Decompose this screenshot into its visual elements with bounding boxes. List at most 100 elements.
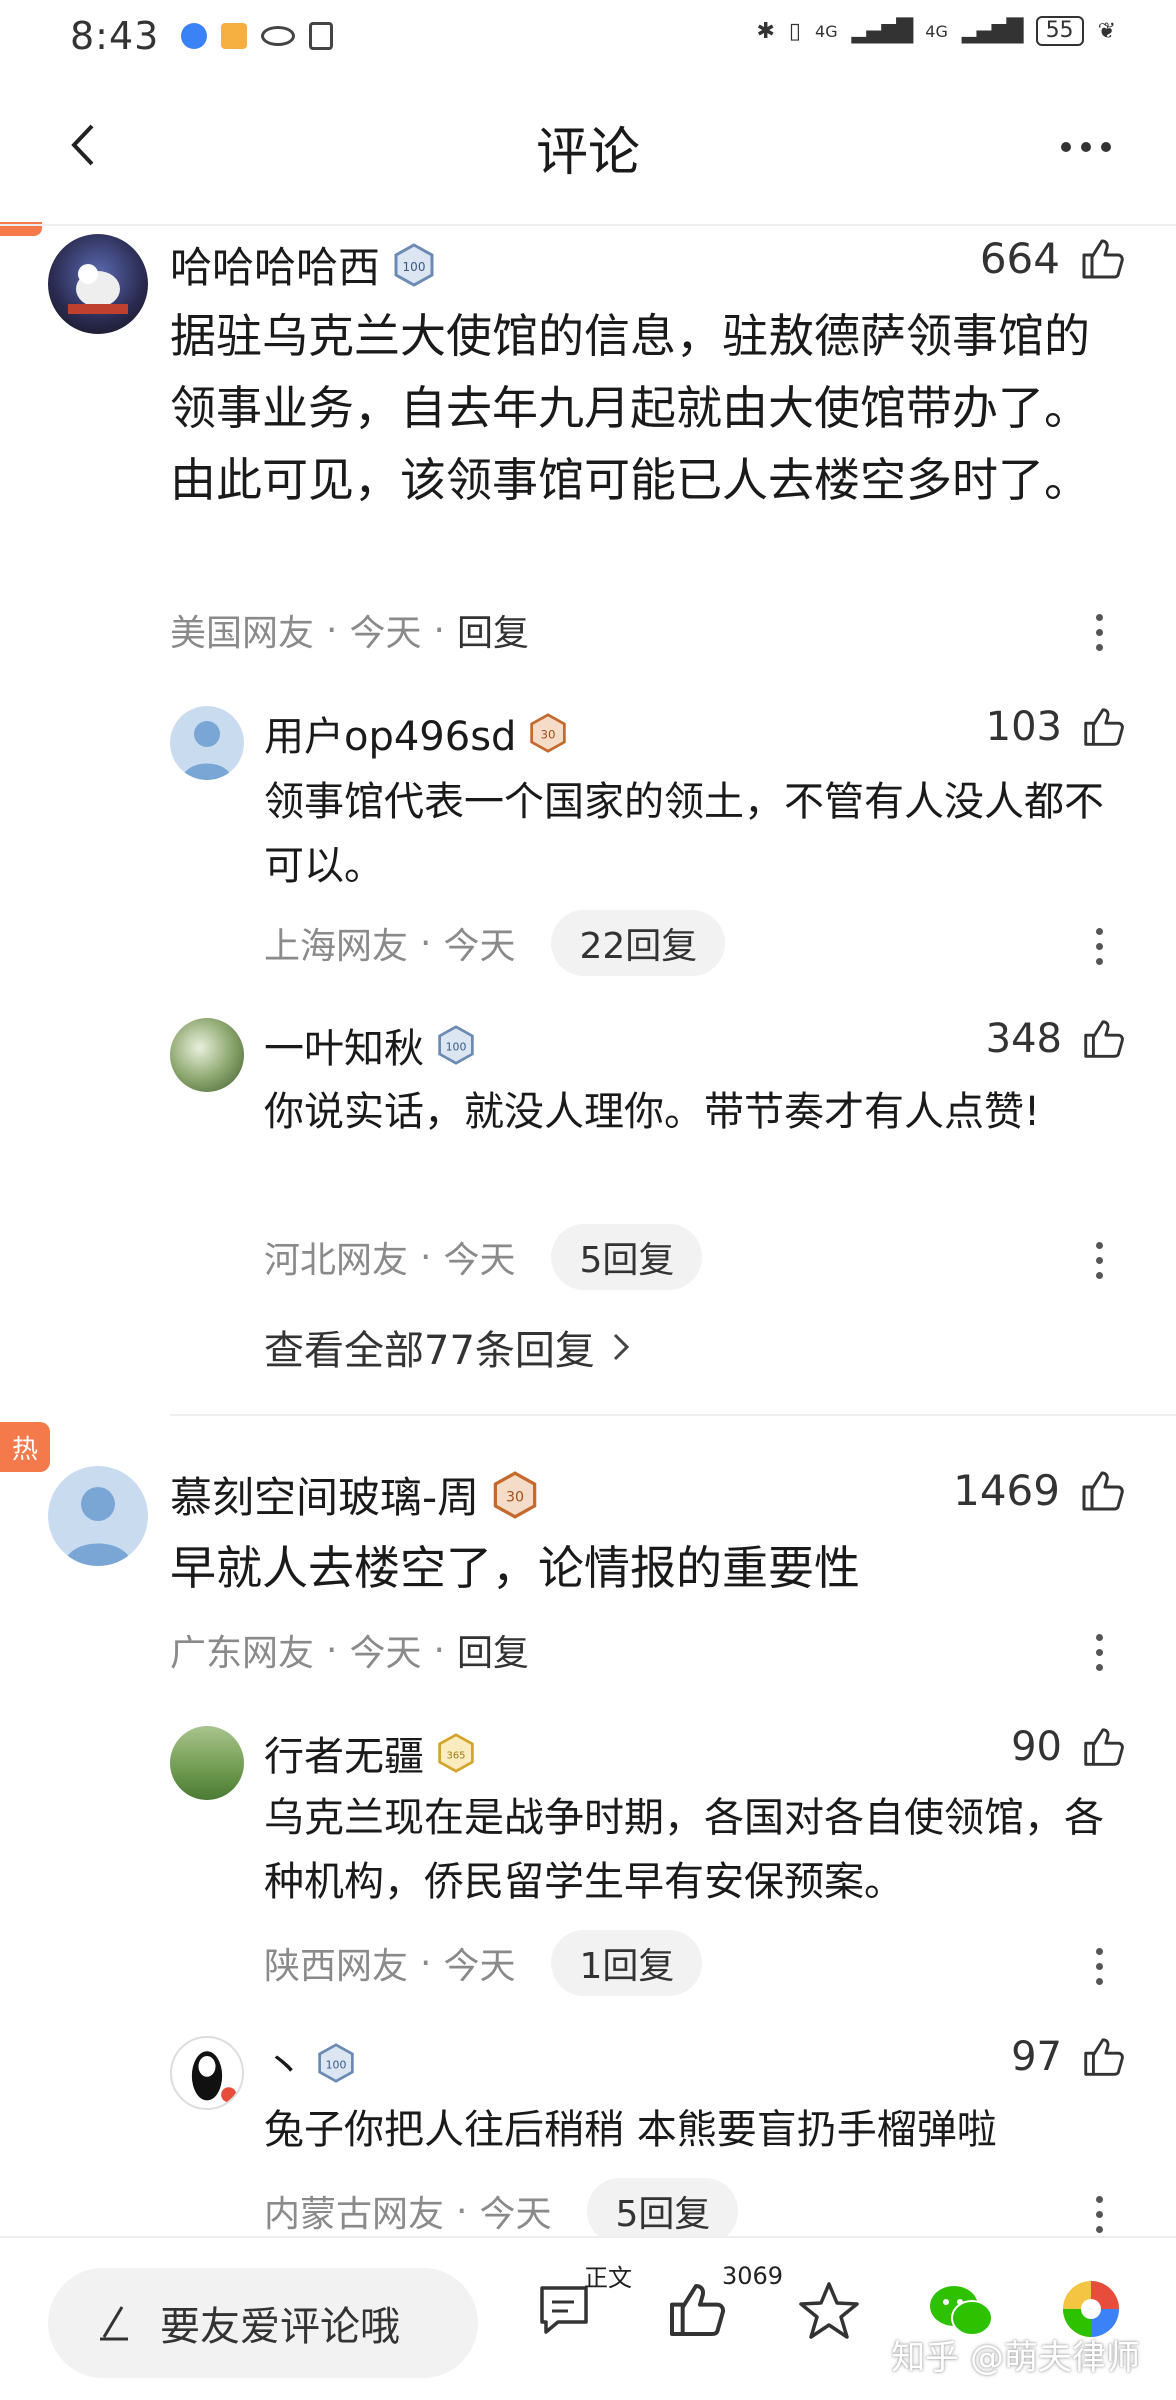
favorite-button[interactable] xyxy=(796,2278,862,2348)
reply-count-button[interactable]: 22回复 xyxy=(551,910,726,976)
avatar[interactable] xyxy=(48,234,148,334)
username[interactable]: 慕刻空间玻璃-周 xyxy=(170,1464,479,1525)
eye-icon xyxy=(261,26,296,46)
reply-text: 你说实话，就没人理你。带节奏才有人点赞! xyxy=(264,1089,1041,1135)
like-count: 348 xyxy=(985,1016,1062,1062)
username[interactable]: 行者无疆 xyxy=(264,1724,424,1782)
thumbs-up-icon xyxy=(1082,239,1124,278)
username[interactable]: 一叶知秋 xyxy=(264,1016,424,1074)
reply-count-button[interactable]: 5回复 xyxy=(551,1224,703,1290)
browser-icon xyxy=(181,23,208,49)
thumbs-up-icon xyxy=(1084,1020,1124,1058)
level-badge-icon: 100 xyxy=(394,242,434,287)
pen-icon xyxy=(100,2306,128,2341)
reply-menu-button[interactable] xyxy=(1096,1948,1104,1985)
reply-meta: 河北网友 · 今天 5回复 xyxy=(264,1224,703,1290)
level-badge-icon: 30 xyxy=(530,713,567,753)
thumbs-up-icon xyxy=(1082,1471,1124,1510)
avatar[interactable] xyxy=(170,1726,244,1800)
level-text: 100 xyxy=(403,260,426,274)
like-button[interactable]: 348 xyxy=(986,1016,1126,1062)
page-title: 评论 xyxy=(535,122,640,183)
like-article-button[interactable] xyxy=(664,2278,728,2346)
battery-indicator: 55 xyxy=(1035,16,1084,46)
timestamp: 今天 xyxy=(349,613,422,654)
reply-meta: 陕西网友 · 今天 1回复 xyxy=(264,1930,703,1996)
comment-meta: 美国网友 · 今天 · 回复 xyxy=(170,600,529,660)
comment-menu-button[interactable] xyxy=(1096,614,1104,651)
comment-input[interactable]: 要友爱评论哦 xyxy=(48,2268,478,2378)
star-icon xyxy=(799,2282,859,2339)
reply-menu-button[interactable] xyxy=(1096,2196,1104,2233)
timestamp: 今天 xyxy=(443,1946,516,1987)
username[interactable]: 丶 xyxy=(264,2034,304,2092)
reply-menu-button[interactable] xyxy=(1096,1242,1104,1279)
dot xyxy=(1061,142,1071,152)
default-avatar-icon xyxy=(182,721,232,780)
reply-button[interactable]: 回复 xyxy=(457,604,529,656)
dot xyxy=(1101,142,1111,152)
avatar[interactable] xyxy=(48,1466,148,1566)
like-count: 1469 xyxy=(953,1466,1060,1515)
level-badge-icon: 30 xyxy=(493,1470,537,1519)
timestamp: 今天 xyxy=(443,1240,516,1281)
timestamp: 今天 xyxy=(443,926,516,967)
username[interactable]: 用户op496sd xyxy=(264,704,516,762)
like-button[interactable]: 103 xyxy=(986,704,1126,750)
username[interactable]: 哈哈哈哈西 xyxy=(170,234,380,295)
signal-bars-icon-2: ▂▄▆█ xyxy=(961,18,1024,44)
nfc-icon xyxy=(309,22,334,50)
like-count: 664 xyxy=(979,234,1060,283)
reply-count-button[interactable]: 1回复 xyxy=(551,1930,703,1996)
leaf-icon: ❦ xyxy=(1097,18,1116,44)
status-bar: 8:43 ✱ ▯ 4G ▂▄▆█ 4G ▂▄▆█ 55 ❦ xyxy=(0,0,1176,72)
level-text: 30 xyxy=(541,727,556,741)
back-button[interactable] xyxy=(60,120,110,170)
timestamp: 今天 xyxy=(349,1633,422,1674)
separator: · xyxy=(456,2190,468,2232)
view-all-replies-link[interactable]: 查看全部77条回复 xyxy=(264,1318,633,1376)
hot-badge: 热 xyxy=(0,1422,50,1472)
avatar[interactable] xyxy=(170,1018,244,1092)
header-divider xyxy=(0,224,1176,226)
bottom-action-bar: 要友爱评论哦 正文 3069 知乎 @萌夫律师 xyxy=(0,2236,1176,2400)
thumbs-up-icon xyxy=(1084,1728,1124,1766)
reply-menu-button[interactable] xyxy=(1096,928,1104,965)
like-button[interactable]: 664 xyxy=(980,234,1126,283)
thumbs-up-icon xyxy=(670,2284,725,2336)
article-label: 正文 xyxy=(584,2264,632,2292)
level-text: 100 xyxy=(326,2058,347,2071)
comment-text: 早就人去楼空了，论情报的重要性 xyxy=(170,1541,860,1595)
dot xyxy=(1081,142,1091,152)
location: 美国网友 xyxy=(170,613,315,654)
level-text: 30 xyxy=(506,1489,524,1505)
signal-1: 4G xyxy=(815,21,838,41)
reply-count-button[interactable]: 5回复 xyxy=(587,2178,739,2244)
bluetooth-icon: ✱ xyxy=(756,18,775,44)
reply-text: 领事馆代表一个国家的领土，不管有人没人都不可以。 xyxy=(264,779,1104,889)
reply-meta: 上海网友 · 今天 22回复 xyxy=(264,910,726,976)
like-button[interactable]: 97 xyxy=(1011,2034,1126,2080)
thumbs-up-icon xyxy=(1084,2038,1124,2076)
like-button[interactable]: 1469 xyxy=(953,1466,1126,1515)
location: 广东网友 xyxy=(170,1633,315,1674)
top-nav: 评论 xyxy=(0,72,1176,222)
more-options-button[interactable] xyxy=(1046,122,1126,172)
reply-button[interactable]: 回复 xyxy=(457,1624,529,1676)
separator: · xyxy=(420,1942,432,1984)
reply-meta: 内蒙古网友 · 今天 5回复 xyxy=(264,2178,739,2244)
avatar-image xyxy=(68,264,128,314)
level-badge-icon: 365 xyxy=(438,1733,474,1773)
comment-divider xyxy=(170,1414,1176,1416)
comment-input-placeholder: 要友爱评论哦 xyxy=(160,2304,400,2350)
avatar[interactable] xyxy=(170,2036,244,2110)
location: 陕西网友 xyxy=(264,1946,409,1987)
level-text: 100 xyxy=(446,1040,467,1053)
status-time: 8:43 xyxy=(70,14,160,58)
like-button[interactable]: 90 xyxy=(1011,1724,1126,1770)
avatar[interactable] xyxy=(170,706,244,780)
location: 上海网友 xyxy=(264,926,409,967)
reply-text: 乌克兰现在是战争时期，各国对各自使领馆，各种机构，侨民留学生早有安保预案。 xyxy=(264,1795,1104,1905)
comment-menu-button[interactable] xyxy=(1096,1634,1104,1671)
separator: · xyxy=(420,1236,432,1278)
